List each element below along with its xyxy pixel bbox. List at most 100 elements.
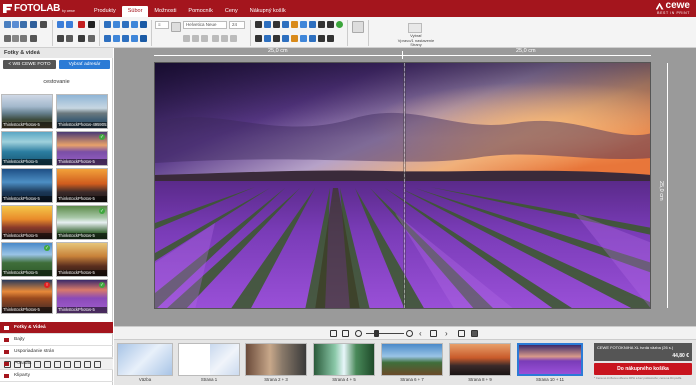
photo-thumb[interactable]: ThinkstockPhotos-5	[56, 168, 108, 203]
photo-thumb[interactable]: ✓ ThinkstockPhotos-5	[56, 205, 108, 240]
clipart-icon[interactable]	[291, 21, 298, 28]
photo-thumb[interactable]: ThinkstockPhotos-5	[56, 242, 108, 277]
page-icon[interactable]	[327, 21, 334, 28]
filter-icon[interactable]	[273, 21, 280, 28]
photo-thumb[interactable]: ✓ ThinkstockPhoto-5	[1, 242, 53, 277]
nav-backgrounds[interactable]: Pozadia	[0, 358, 113, 370]
zoom-in-icon[interactable]	[406, 330, 413, 337]
nav-bajty[interactable]: Bajty	[0, 334, 113, 346]
shadow-icon[interactable]	[140, 21, 147, 28]
emoji-icon[interactable]	[300, 35, 307, 42]
background-preview[interactable]	[408, 23, 422, 33]
print-icon[interactable]	[40, 21, 47, 28]
font-size-select[interactable]: 24	[229, 21, 245, 29]
page-thumb-10-11-selected[interactable]	[517, 343, 583, 376]
bg-color-icon[interactable]	[352, 21, 364, 33]
frame-icon[interactable]	[104, 21, 111, 28]
zoom-out-icon[interactable]	[355, 330, 362, 337]
page-thumb-cover[interactable]	[117, 343, 173, 376]
saturation-icon[interactable]	[273, 35, 280, 42]
undo-icon[interactable]	[57, 21, 64, 28]
copy-icon[interactable]	[12, 35, 19, 42]
crop-icon[interactable]	[57, 35, 64, 42]
delete-icon[interactable]	[30, 35, 37, 42]
page-thumb-8-9[interactable]	[449, 343, 511, 376]
tab-produkty[interactable]: Produkty	[88, 6, 122, 17]
effects-icon[interactable]	[264, 21, 271, 28]
ok-icon[interactable]	[336, 21, 343, 28]
layers-icon[interactable]	[78, 35, 85, 42]
photo-thumb[interactable]: ThinkstockPhoto-5	[1, 205, 53, 240]
group-icon[interactable]	[140, 35, 147, 42]
sticker-icon[interactable]	[291, 35, 298, 42]
font-family-select[interactable]: Helvetica Neue	[183, 21, 227, 29]
tab-subor[interactable]: Súbor	[121, 6, 149, 17]
chart-icon[interactable]	[327, 35, 334, 42]
preview-icon[interactable]	[471, 330, 478, 337]
photo-edit-icon[interactable]	[255, 21, 262, 28]
calendar-icon[interactable]	[309, 21, 316, 28]
single-page-view-icon[interactable]	[330, 330, 337, 337]
italic-icon[interactable]	[192, 35, 199, 42]
align-center-icon[interactable]	[221, 35, 228, 42]
nav-photos-videos[interactable]: Fotky & Videá	[0, 322, 113, 334]
prev-page-icon[interactable]: ‹	[419, 330, 426, 338]
nav-cliparts[interactable]: Kliparty	[0, 370, 113, 382]
text-icon[interactable]	[88, 21, 95, 28]
zoom-slider-handle[interactable]	[374, 330, 379, 337]
contrast-icon[interactable]	[264, 35, 271, 42]
photo-thumb[interactable]: ThinkstockPhoto-5	[1, 131, 53, 166]
photo-thumb[interactable]: ! ThinkstockPhotos-5	[1, 279, 53, 314]
flip-icon[interactable]	[104, 35, 111, 42]
fotolab-logo[interactable]: FOTOLAB by cewe	[3, 2, 75, 15]
send-back-icon[interactable]	[131, 35, 138, 42]
rotate-icon[interactable]	[66, 35, 73, 42]
text-align-select[interactable]: ≡	[155, 21, 169, 29]
next-page-icon[interactable]: ›	[445, 330, 452, 338]
cut-icon[interactable]	[4, 35, 11, 42]
add-to-cart-button[interactable]: Do nákupného košíka	[594, 363, 692, 375]
layout-icon[interactable]	[318, 21, 325, 28]
redo-icon[interactable]	[66, 21, 73, 28]
shape-icon[interactable]	[113, 21, 120, 28]
tab-nakupny-kosik[interactable]: Nákupný košík	[244, 6, 292, 17]
tab-moznosti[interactable]: Možnosti	[148, 6, 182, 17]
photo-thumb[interactable]: ThinkstockPhotos-495905158	[56, 94, 108, 129]
photobook-spread[interactable]	[154, 62, 651, 309]
page-thumb-2-3[interactable]	[245, 343, 307, 376]
photo-thumb[interactable]: ThinkstockPhotos-5	[1, 94, 53, 129]
paste-icon[interactable]	[20, 35, 27, 42]
fit-screen-icon[interactable]	[430, 330, 437, 337]
grid-icon[interactable]	[122, 21, 129, 28]
photo-thumb[interactable]: ✓ ThinkstockPhotos-5	[56, 131, 108, 166]
table-icon[interactable]	[318, 35, 325, 42]
page-thumb-6-7[interactable]	[381, 343, 443, 376]
red-eye-icon[interactable]	[282, 35, 289, 42]
underline-icon[interactable]	[201, 35, 208, 42]
photo-thumb[interactable]: ✓ ThinkstockPhotos-5	[56, 279, 108, 314]
nav-layouts[interactable]: Usporiadanie strán	[0, 346, 113, 358]
tab-ceny[interactable]: Ceny	[219, 6, 244, 17]
choose-folder-button[interactable]: Vybrať adresár	[59, 60, 110, 69]
bring-front-icon[interactable]	[122, 35, 129, 42]
mirror-icon[interactable]	[113, 35, 120, 42]
open-icon[interactable]	[12, 21, 19, 28]
save-as-icon[interactable]	[30, 21, 37, 28]
swap-pages-icon[interactable]	[458, 330, 465, 337]
bold-icon[interactable]	[183, 35, 190, 42]
border-icon[interactable]	[131, 21, 138, 28]
new-icon[interactable]	[4, 21, 11, 28]
brightness-icon[interactable]	[255, 35, 262, 42]
qr-icon[interactable]	[309, 35, 316, 42]
page-thumb-1[interactable]	[178, 343, 240, 376]
page-thumb-4-5[interactable]	[313, 343, 375, 376]
image-icon[interactable]	[78, 21, 85, 28]
align-left-icon[interactable]	[212, 35, 219, 42]
tab-pomocnik[interactable]: Pomocník	[182, 6, 218, 17]
text-box-icon[interactable]	[171, 22, 181, 32]
align-right-icon[interactable]	[230, 35, 237, 42]
align-icon[interactable]	[88, 35, 95, 42]
back-button[interactable]: < WB CEWE FOTO	[3, 60, 56, 69]
enhance-icon[interactable]	[282, 21, 289, 28]
overview-icon[interactable]	[342, 330, 349, 337]
